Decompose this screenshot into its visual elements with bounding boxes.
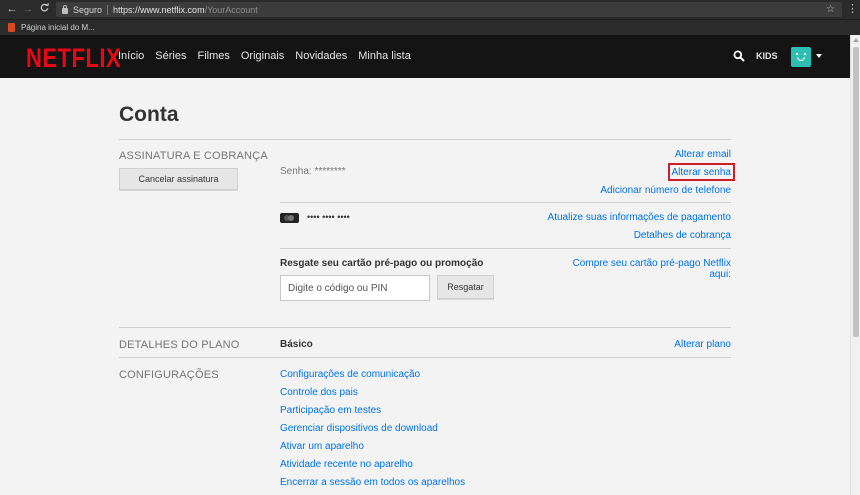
bookmark-star-icon[interactable]: ☆ xyxy=(826,2,835,17)
settings-link-parental-controls[interactable]: Controle dos pais xyxy=(280,387,358,398)
nav-item-originais[interactable]: Originais xyxy=(241,50,284,62)
profile-avatar[interactable] xyxy=(791,47,811,67)
scrollbar-thumb[interactable] xyxy=(853,47,859,337)
profile-dropdown-caret-icon[interactable] xyxy=(816,54,822,58)
plan-section-label: DETALHES DO PLANO xyxy=(119,339,240,351)
settings-link-activate-device[interactable]: Ativar um aparelho xyxy=(280,441,364,452)
buy-gift-card-link[interactable]: Compre seu cartão pré-pago Netflix xyxy=(573,258,731,269)
buy-gift-card-link-here[interactable]: aqui: xyxy=(709,269,731,280)
gift-card-heading: Resgate seu cartão pré-pago ou promoção xyxy=(280,258,484,269)
change-email-link[interactable]: Alterar email xyxy=(675,149,731,160)
settings-link-download-devices[interactable]: Gerenciar dispositivos de download xyxy=(280,423,438,434)
back-arrow-icon[interactable]: ← xyxy=(4,0,20,19)
credit-card-icon xyxy=(280,213,299,223)
redeem-button[interactable]: Resgatar xyxy=(437,275,494,299)
nav-item-series[interactable]: Séries xyxy=(155,50,186,62)
reload-icon[interactable] xyxy=(36,0,52,19)
section-divider xyxy=(119,327,731,328)
avatar-eye-icon xyxy=(804,53,806,55)
browser-menu-icon[interactable]: ⋮ xyxy=(847,0,858,19)
main-nav: Início Séries Filmes Originais Novidades… xyxy=(118,50,411,62)
billing-details-link[interactable]: Detalhes de cobrança xyxy=(634,230,731,241)
search-icon[interactable] xyxy=(733,50,745,62)
address-separator xyxy=(107,4,109,15)
page-title: Conta xyxy=(119,103,179,126)
bookmarks-bar: Página inicial do M... xyxy=(0,19,860,35)
kids-link[interactable]: KIDS xyxy=(756,51,778,61)
gift-code-input[interactable] xyxy=(280,275,430,301)
scroll-up-arrow-icon[interactable] xyxy=(853,38,859,42)
avatar-eye-icon xyxy=(796,53,798,55)
nav-item-inicio[interactable]: Início xyxy=(118,50,144,62)
update-payment-link[interactable]: Atualize suas informações de pagamento xyxy=(548,212,731,223)
netflix-logo[interactable]: NETFLIX xyxy=(26,43,121,74)
nav-item-minha-lista[interactable]: Minha lista xyxy=(358,50,411,62)
password-label: Senha: ******** xyxy=(280,166,346,177)
add-phone-link[interactable]: Adicionar número de telefone xyxy=(600,185,731,196)
browser-toolbar: ← → Seguro https://www.netflix.com/YourA… xyxy=(0,0,860,19)
url-host: https://www.netflix.com xyxy=(113,4,205,15)
nav-item-filmes[interactable]: Filmes xyxy=(197,50,229,62)
section-divider xyxy=(280,248,731,249)
url-path: /YourAccount xyxy=(204,4,258,15)
settings-link-recent-activity[interactable]: Atividade recente no aparelho xyxy=(280,459,413,470)
section-divider xyxy=(119,357,731,358)
nav-item-novidades[interactable]: Novidades xyxy=(295,50,347,62)
cancel-membership-button[interactable]: Cancelar assinatura xyxy=(119,168,238,190)
settings-section-label: CONFIGURAÇÕES xyxy=(119,369,219,381)
settings-link-sign-out-all[interactable]: Encerrar a sessão em todos os aparelhos xyxy=(280,477,465,488)
section-divider xyxy=(119,139,731,140)
office-favicon-icon xyxy=(8,23,15,32)
section-divider xyxy=(280,202,731,203)
page-scrollbar[interactable] xyxy=(850,35,860,495)
bookmark-item[interactable]: Página inicial do M... xyxy=(21,23,95,32)
card-number-masked: •••• •••• •••• xyxy=(307,212,350,222)
secure-label: Seguro xyxy=(73,4,103,15)
plan-name: Básico xyxy=(280,339,313,350)
change-plan-link[interactable]: Alterar plano xyxy=(674,339,731,350)
highlight-box xyxy=(668,163,735,181)
settings-link-communication[interactable]: Configurações de comunicação xyxy=(280,369,420,380)
address-bar[interactable]: Seguro https://www.netflix.com/YourAccou… xyxy=(56,2,842,17)
forward-arrow-icon[interactable]: → xyxy=(20,0,36,19)
netflix-header: NETFLIX Início Séries Filmes Originais N… xyxy=(0,35,850,78)
settings-link-test-participation[interactable]: Participação em testes xyxy=(280,405,381,416)
lock-icon xyxy=(62,4,68,14)
membership-section-label: ASSINATURA E COBRANÇA xyxy=(119,150,268,162)
avatar-smile-icon xyxy=(797,57,805,61)
